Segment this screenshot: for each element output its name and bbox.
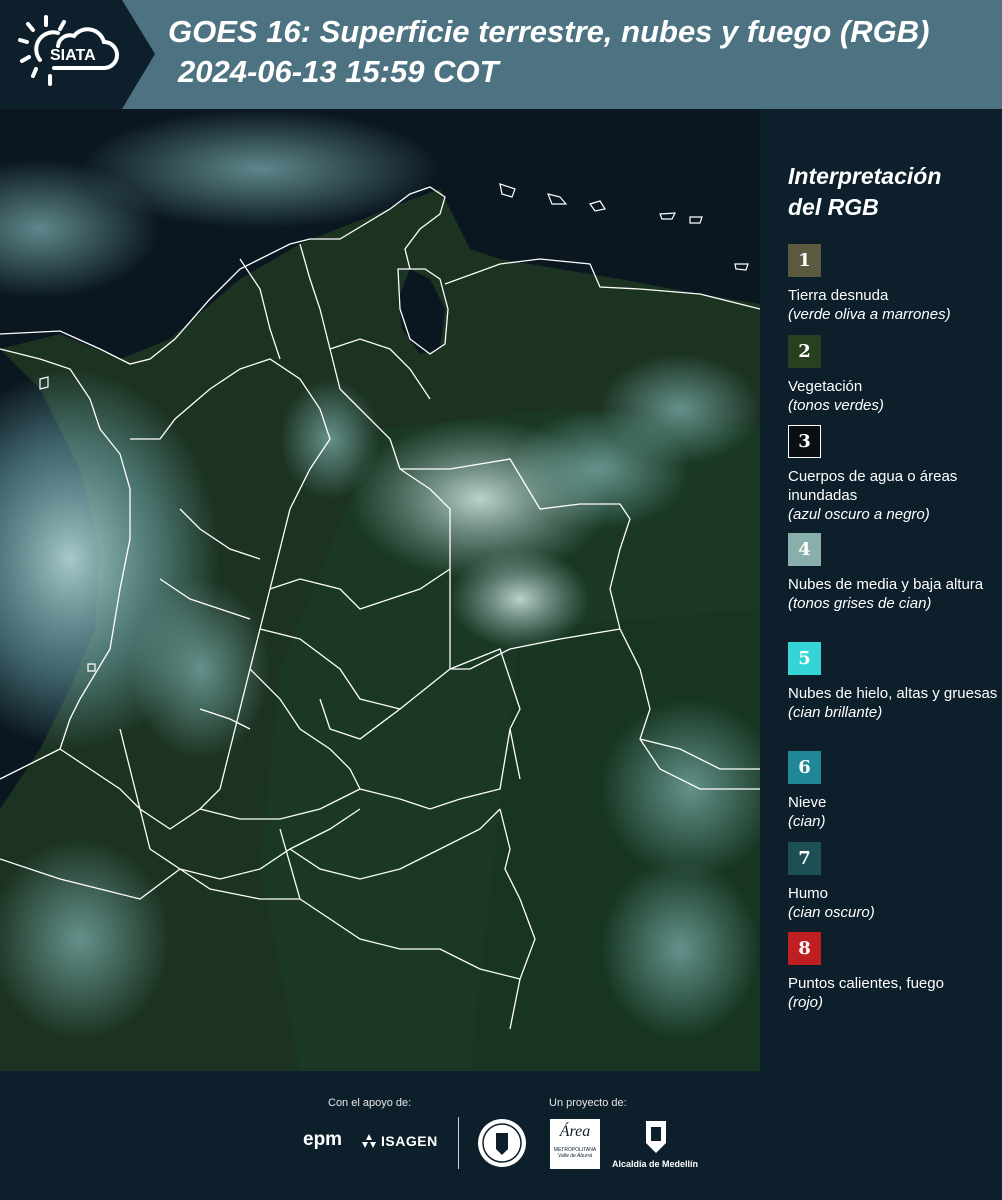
legend-desc: (tonos grises de cian) bbox=[788, 595, 932, 612]
legend-item-3: 3 Cuerpos de agua o áreas inundadas (azu… bbox=[788, 425, 998, 524]
area-text: Área bbox=[559, 1123, 591, 1140]
legend-swatch: 5 bbox=[788, 642, 821, 675]
footer: Con el apoyo de: Un proyecto de: epm ISA… bbox=[0, 1071, 1002, 1200]
alcaldia-shield-icon bbox=[646, 1121, 666, 1153]
footer-divider bbox=[458, 1117, 459, 1169]
isagen-logo: ISAGEN bbox=[359, 1131, 438, 1151]
legend-label: Tierra desnuda bbox=[788, 287, 889, 304]
legend-label: Humo bbox=[788, 885, 829, 902]
legend-desc: (verde oliva a marrones) bbox=[788, 306, 951, 323]
alcaldia-text: Alcaldía de Medellín bbox=[612, 1159, 699, 1169]
legend-item-8: 8 Puntos calientes, fuego (rojo) bbox=[788, 932, 998, 1012]
page-title: GOES 16: Superficie terrestre, nubes y f… bbox=[168, 14, 930, 49]
legend-label: Puntos calientes, fuego bbox=[788, 975, 944, 992]
logo-text: SIATA bbox=[50, 47, 96, 64]
legend-swatch: 3 bbox=[788, 425, 821, 458]
siata-logo: SIATA bbox=[0, 0, 155, 109]
legend-item-7: 7 Humo (cian oscuro) bbox=[788, 842, 998, 922]
legend-desc: (tonos verdes) bbox=[788, 397, 884, 414]
legend-swatch: 2 bbox=[788, 335, 821, 368]
legend-swatch: 8 bbox=[788, 932, 821, 965]
legend-panel: Interpretación del RGB 1 Tierra desnuda … bbox=[775, 109, 1002, 1071]
header-bar: SIATA GOES 16: Superficie terrestre, nub… bbox=[0, 0, 1002, 109]
legend-swatch: 7 bbox=[788, 842, 821, 875]
area-metropolitana-logo: Área METROPOLITANA Valle de Aburrá bbox=[550, 1119, 600, 1169]
legend-desc: (cian) bbox=[788, 813, 826, 830]
legend-item-5: 5 Nubes de hielo, altas y gruesas (cian … bbox=[788, 642, 998, 722]
isagen-text: ISAGEN bbox=[381, 1133, 438, 1149]
legend-label: Nieve bbox=[788, 794, 827, 811]
legend-title: Interpretación del RGB bbox=[788, 161, 941, 223]
legend-label: Vegetación bbox=[788, 378, 863, 395]
university-seal-icon bbox=[478, 1119, 526, 1167]
satellite-image bbox=[0, 109, 760, 1071]
project-label: Un proyecto de: bbox=[549, 1097, 627, 1109]
legend-label: Nubes de media y baja altura bbox=[788, 576, 984, 593]
legend-desc: (azul oscuro a negro) bbox=[788, 506, 930, 523]
legend-title-line2: del RGB bbox=[788, 194, 879, 220]
legend-swatch: 6 bbox=[788, 751, 821, 784]
legend-item-2: 2 Vegetación (tonos verdes) bbox=[788, 335, 998, 415]
legend-desc: (cian brillante) bbox=[788, 704, 883, 721]
legend-swatch: 4 bbox=[788, 533, 821, 566]
legend-label: Cuerpos de agua o áreas inundadas bbox=[788, 468, 958, 504]
legend-label: Nubes de hielo, altas y gruesas bbox=[788, 685, 998, 702]
support-label: Con el apoyo de: bbox=[328, 1097, 412, 1109]
legend-desc: (cian oscuro) bbox=[788, 904, 875, 921]
isagen-icon bbox=[362, 1134, 376, 1148]
legend-item-4: 4 Nubes de media y baja altura (tonos gr… bbox=[788, 533, 998, 613]
legend-swatch: 1 bbox=[788, 244, 821, 277]
legend-item-1: 1 Tierra desnuda (verde oliva a marrones… bbox=[788, 244, 998, 324]
legend-item-6: 6 Nieve (cian) bbox=[788, 751, 998, 831]
area-sub2: Valle de Aburrá bbox=[557, 1153, 593, 1159]
legend-desc: (rojo) bbox=[788, 994, 824, 1011]
epm-logo: epm bbox=[303, 1129, 343, 1150]
legend-title-line1: Interpretación bbox=[788, 163, 942, 189]
satellite-map[interactable] bbox=[0, 109, 760, 1071]
timestamp: 2024-06-13 15:59 COT bbox=[178, 54, 499, 89]
